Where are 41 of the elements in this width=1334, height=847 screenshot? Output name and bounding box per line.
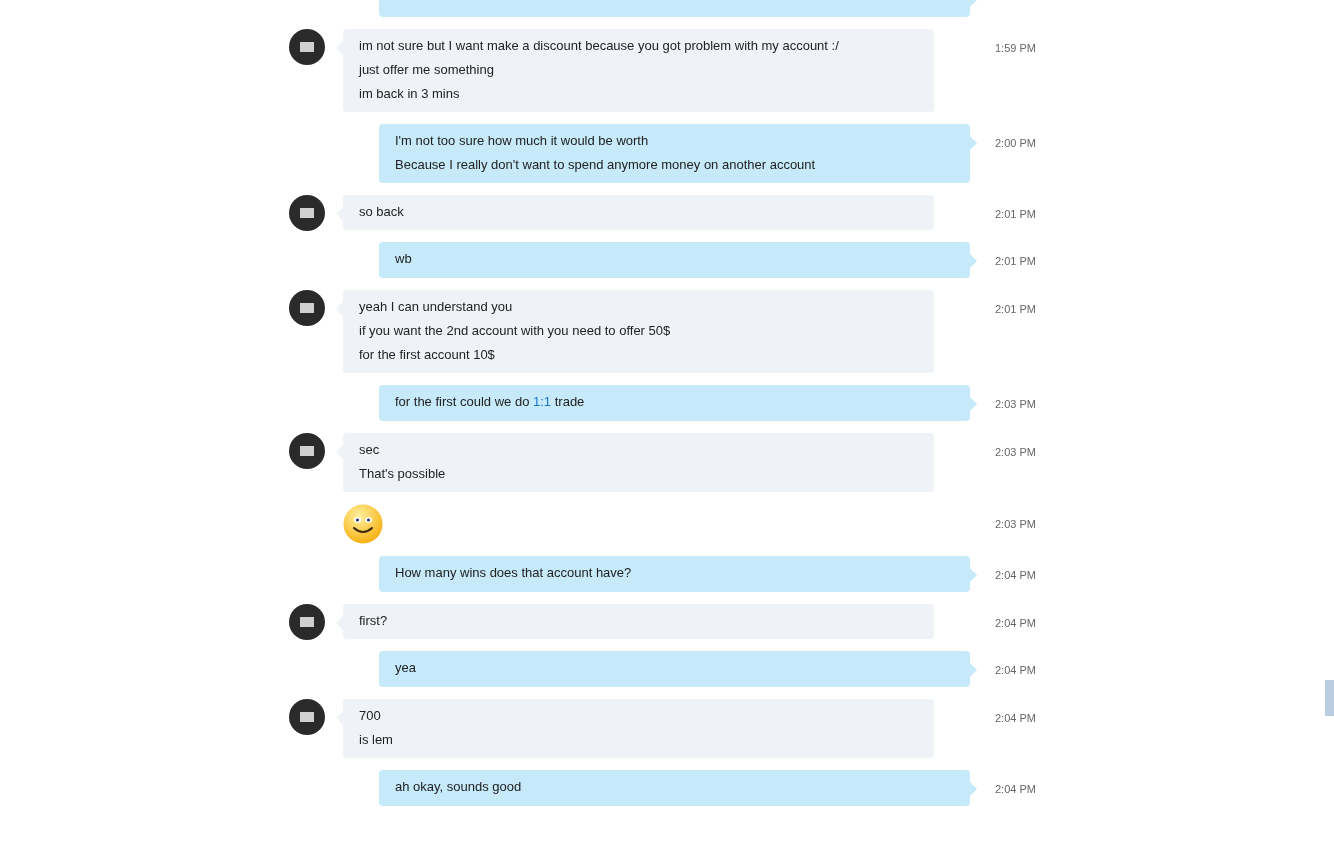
timestamp: 2:04 PM xyxy=(995,711,1036,726)
timestamp: 2:01 PM xyxy=(995,254,1036,269)
message-text: im not sure but I want make a discount because you got problem with my account :/ xyxy=(359,37,840,55)
message-text: im back in 3 mins xyxy=(359,85,461,103)
timestamp: 2:03 PM xyxy=(995,517,1036,532)
timestamp: 2:03 PM xyxy=(995,445,1036,460)
timestamp: 2:00 PM xyxy=(995,136,1036,151)
smiley-icon xyxy=(343,504,383,544)
link[interactable]: 1:1 xyxy=(533,394,552,409)
timestamp: 2:04 PM xyxy=(995,663,1036,678)
message-text: if you want the 2nd account with you need to offer 50$ xyxy=(359,322,672,340)
message-text: I'm not too sure how much it would be worth xyxy=(395,132,650,150)
message-text: yea xyxy=(395,659,417,677)
message-text: for the first could we do 1:1 trade xyxy=(395,393,586,411)
avatar[interactable] xyxy=(289,604,325,640)
message-text: 700 xyxy=(359,707,382,725)
message-text: yeah I can understand you xyxy=(359,298,514,316)
avatar[interactable] xyxy=(289,433,325,469)
timestamp: 2:04 PM xyxy=(995,782,1036,797)
message-text: That's possible xyxy=(359,465,447,483)
timestamp: 2:03 PM xyxy=(995,397,1036,412)
message-text: just offer me something xyxy=(359,61,495,79)
message-text: sec xyxy=(359,441,381,459)
avatar[interactable] xyxy=(289,290,325,326)
timestamp: 2:04 PM xyxy=(995,616,1036,631)
scrollbar-thumb[interactable] xyxy=(1325,680,1334,716)
timestamp: 2:01 PM xyxy=(995,302,1036,317)
timestamp: 1:59 PM xyxy=(995,41,1036,56)
message-text: first? xyxy=(359,612,389,630)
message-text: wb xyxy=(395,250,413,268)
message-text: is lem xyxy=(359,731,394,749)
message-text: How many wins does that account have? xyxy=(395,564,633,582)
timestamp: 2:01 PM xyxy=(995,207,1036,222)
message-text: ah okay, sounds good xyxy=(395,778,523,796)
message-text: so back xyxy=(359,203,405,221)
message-text: for the first account 10$ xyxy=(359,346,496,364)
avatar[interactable] xyxy=(289,699,325,735)
timestamp: 2:04 PM xyxy=(995,568,1036,583)
avatar[interactable] xyxy=(289,195,325,231)
message-text: Because I really don't want to spend anymore money on another account xyxy=(395,156,817,174)
avatar[interactable] xyxy=(289,29,325,65)
